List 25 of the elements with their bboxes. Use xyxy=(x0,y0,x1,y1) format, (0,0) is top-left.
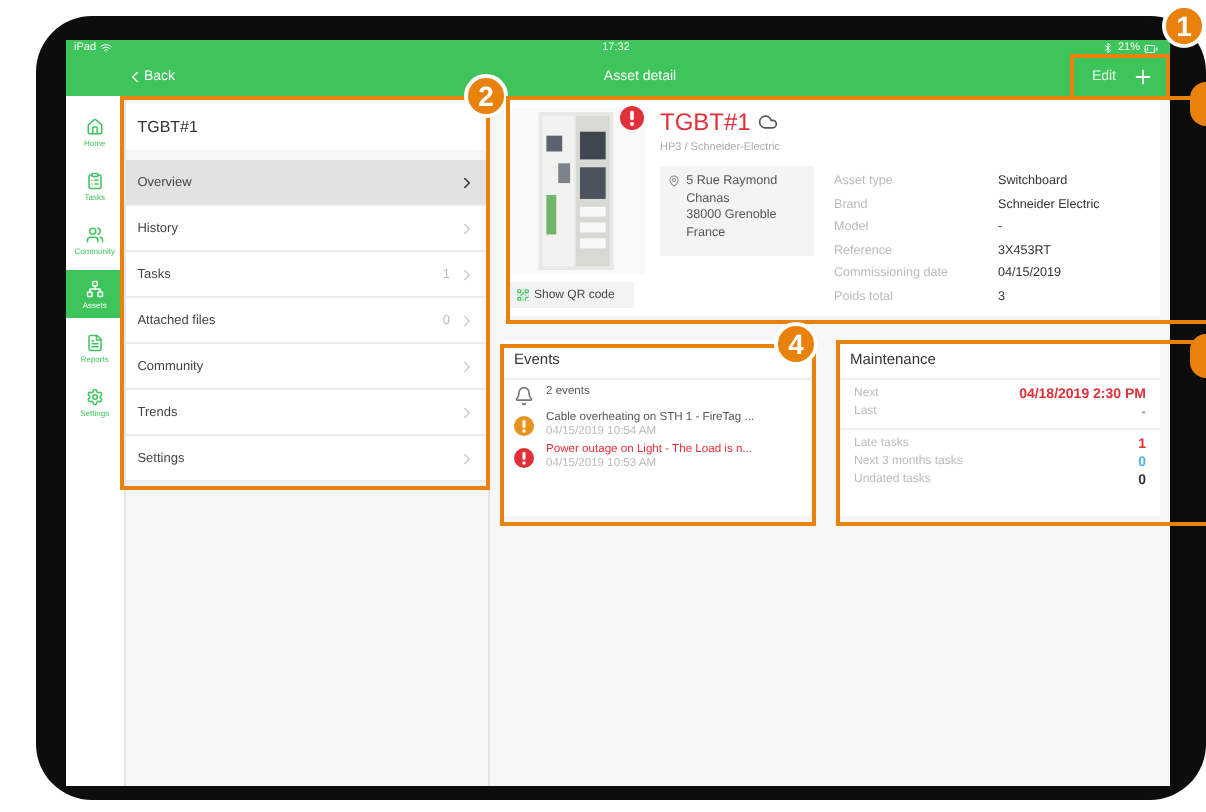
bell-icon xyxy=(514,386,534,406)
cloud-icon xyxy=(758,112,779,132)
callout-number: 1 xyxy=(1162,4,1206,48)
chevron-icon xyxy=(126,67,144,85)
qr-code-icon xyxy=(516,288,530,302)
wifi-icon xyxy=(100,42,113,54)
bluetooth-icon xyxy=(1101,42,1114,54)
document-icon xyxy=(85,333,104,351)
location-pin-icon xyxy=(668,174,681,188)
chevron-icon xyxy=(458,311,476,329)
chevron-icon xyxy=(458,357,476,375)
chevron-icon xyxy=(458,449,476,467)
chevron-icon xyxy=(458,265,476,283)
nodes-icon xyxy=(85,279,104,297)
chevron-icon xyxy=(458,173,476,191)
add-button[interactable] xyxy=(1132,65,1154,87)
home-icon xyxy=(85,117,104,135)
people-icon xyxy=(85,225,104,243)
clipboard-icon xyxy=(85,171,104,189)
asset-name: TGBT#1 xyxy=(660,108,751,136)
menu-title: TGBT#1 xyxy=(125,104,488,150)
chevron-icon xyxy=(458,403,476,421)
battery-icon xyxy=(1143,41,1158,55)
settings-icon xyxy=(85,387,104,405)
chevron-icon xyxy=(458,219,476,237)
